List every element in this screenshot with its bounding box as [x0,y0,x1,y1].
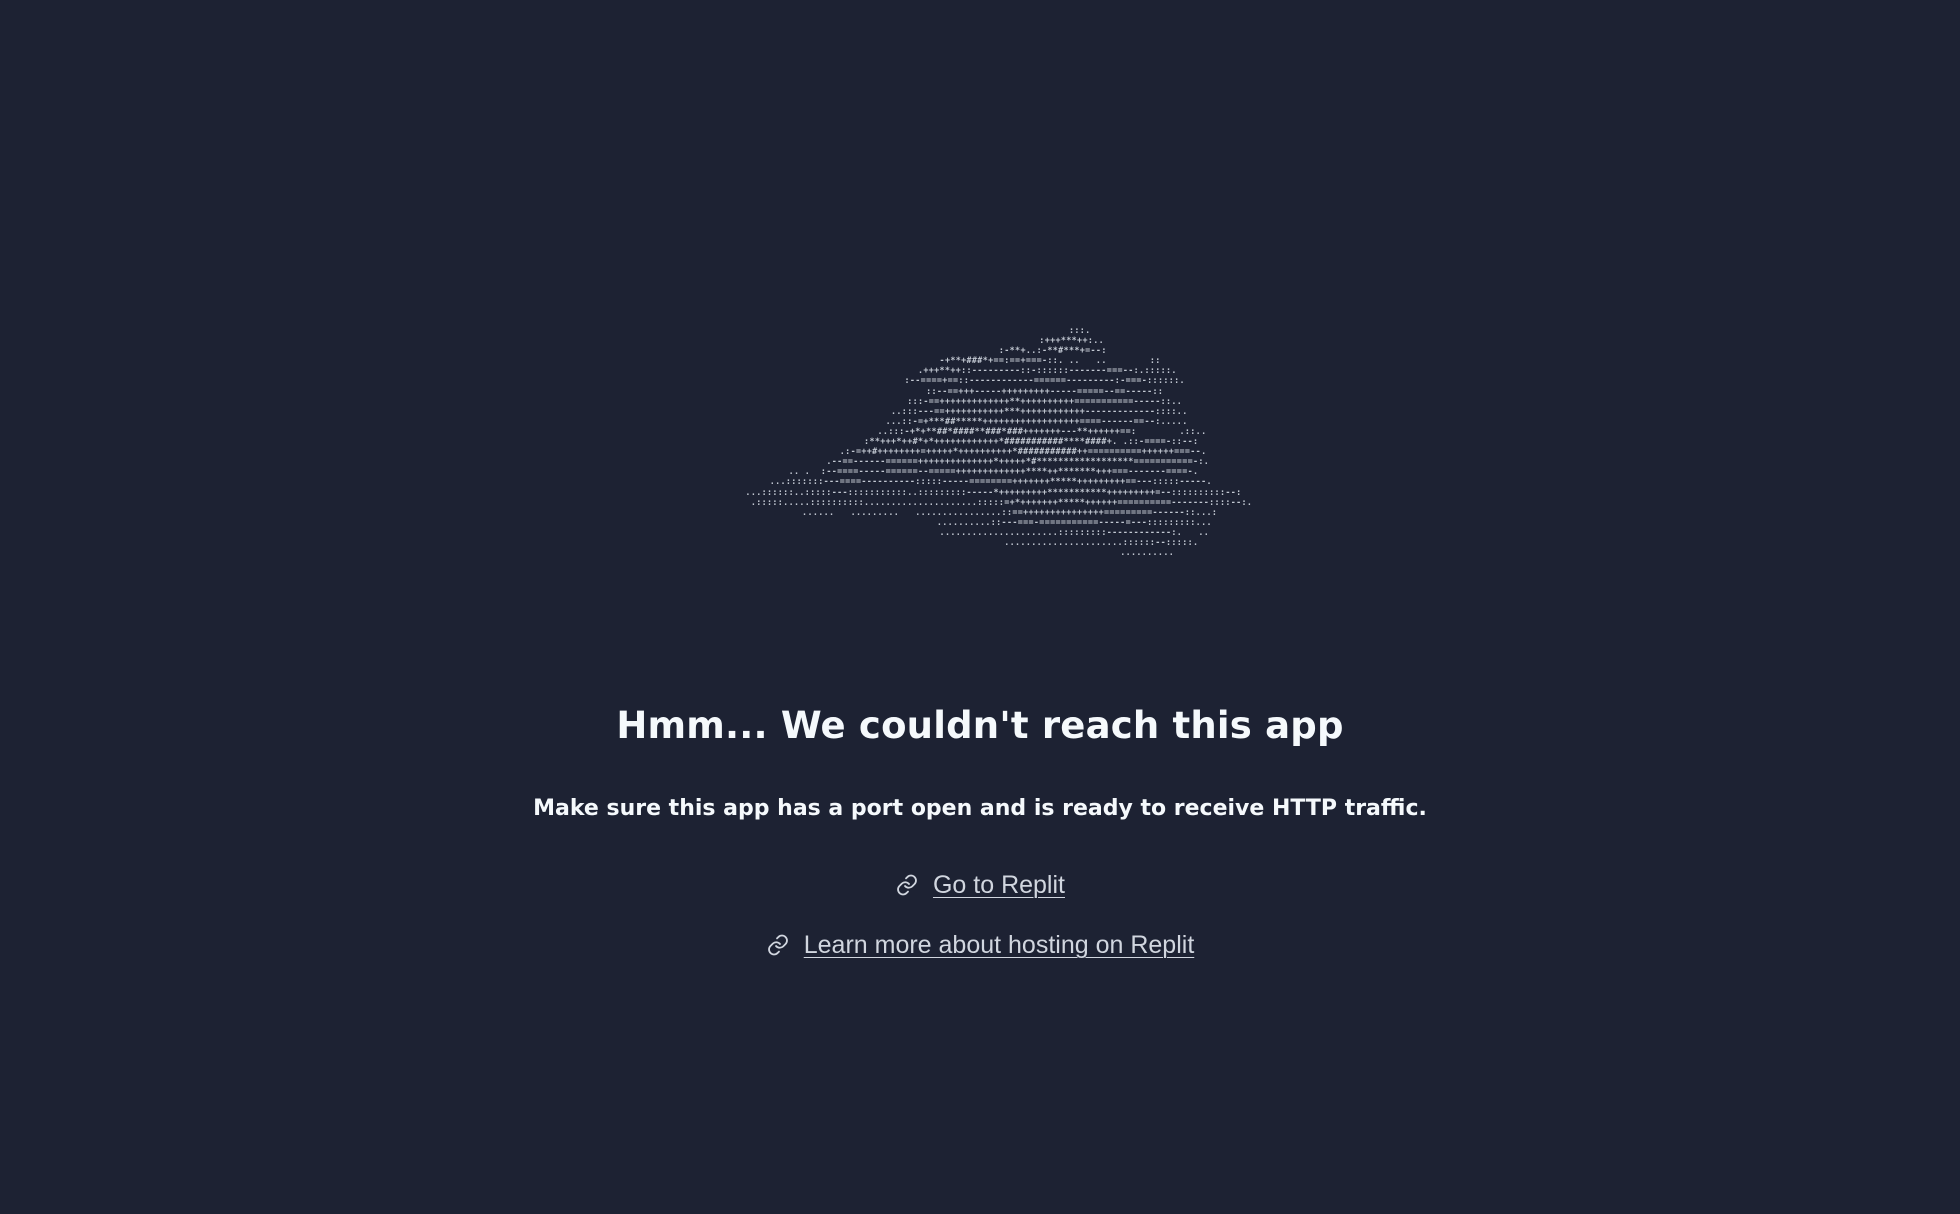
error-page: :::. :+++***++:.. :-**+..:-**#***+=--: -… [0,0,1960,1214]
go-to-replit-link[interactable]: Go to Replit [933,869,1065,901]
link-icon [895,873,919,897]
learn-hosting-link-row[interactable]: Learn more about hosting on Replit [0,927,1960,963]
learn-more-hosting-link[interactable]: Learn more about hosting on Replit [804,929,1195,961]
ascii-cloud-illustration: :::. :+++***++:.. :-**+..:-**#***+=--: -… [745,325,1253,558]
go-to-replit-link-row[interactable]: Go to Replit [0,867,1960,903]
page-title: Hmm... We couldn't reach this app [616,704,1344,747]
error-description: Make sure this app has a port open and i… [533,796,1427,821]
link-icon [766,933,790,957]
